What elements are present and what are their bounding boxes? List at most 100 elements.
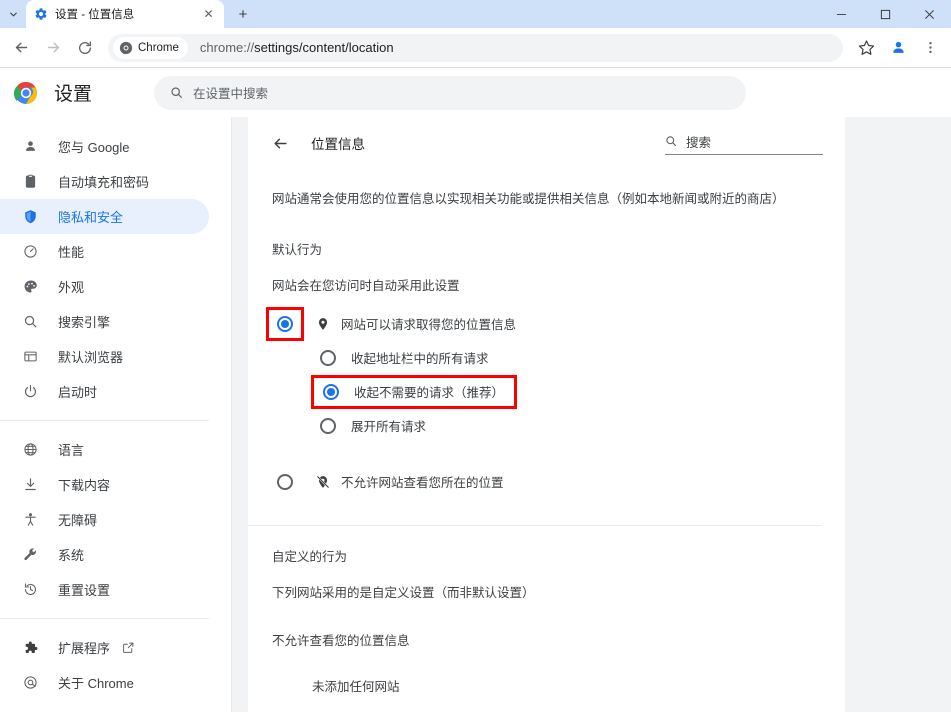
- sidebar-item-label: 外观: [58, 280, 85, 295]
- sidebar-item-on-startup[interactable]: 启动时: [0, 374, 209, 409]
- search-icon: [666, 136, 677, 147]
- accessibility-icon: [20, 512, 40, 527]
- reload-icon[interactable]: [70, 33, 100, 63]
- window-controls: [819, 0, 951, 28]
- palette-icon: [20, 279, 40, 294]
- sidebar-item-label: 您与 Google: [58, 140, 130, 155]
- content-area: 位置信息 搜索 网站通常会使用您的位置信息以实现相关功能或提供相关信息（例如本地…: [232, 117, 951, 712]
- url-scheme: chrome://: [199, 40, 255, 55]
- custom-behavior-sub: 下列网站采用的是自定义设置（而非默认设置）: [272, 585, 535, 600]
- sidebar-item-languages[interactable]: 语言: [0, 432, 209, 467]
- radio-button[interactable]: [323, 383, 339, 400]
- sidebar-item-label: 系统: [58, 548, 85, 563]
- sidebar-item-privacy-security[interactable]: 隐私和安全: [0, 199, 209, 234]
- tab-search-icon[interactable]: [0, 0, 26, 28]
- sidebar-item-label: 语言: [58, 443, 85, 458]
- history-restore-icon: [20, 582, 40, 597]
- sub-radio-hit[interactable]: [311, 349, 345, 366]
- search-icon: [20, 314, 40, 329]
- three-dot-menu-icon[interactable]: [915, 33, 945, 63]
- minimize-button[interactable]: [819, 0, 863, 28]
- maximize-button[interactable]: [863, 0, 907, 28]
- card-header: 位置信息 搜索: [272, 117, 845, 161]
- settings-search-input[interactable]: 在设置中搜索: [154, 75, 747, 110]
- sub-radio-label: 收起地址栏中的所有请求: [351, 352, 489, 367]
- chip-label: Chrome: [138, 41, 179, 54]
- radio-button[interactable]: [320, 417, 336, 434]
- radio-label: 不允许网站查看您所在的位置: [341, 476, 504, 491]
- sidebar-item-appearance[interactable]: 外观: [0, 269, 209, 304]
- sidebar-item-label: 重置设置: [58, 583, 111, 598]
- sub-option-collapse-unwanted[interactable]: 收起不需要的请求（推荐）: [311, 374, 517, 409]
- radio-button[interactable]: [277, 315, 293, 332]
- sub-option-collapse-all-in-omnibox[interactable]: 收起地址栏中的所有请求: [311, 341, 845, 375]
- chrome-logo-icon: [119, 41, 133, 54]
- browser-tab[interactable]: 设置 - 位置信息 ✕: [26, 0, 224, 28]
- settings-header: 设置 在设置中搜索: [0, 68, 951, 117]
- external-link-icon[interactable]: [122, 641, 135, 654]
- page-body: 您与 Google 自动填充和密码 隐私和安全 性能 外观 搜索引擎 默认浏览器…: [0, 117, 951, 712]
- sidebar-item-label: 下载内容: [58, 478, 111, 493]
- sidebar-item-label: 关于 Chrome: [58, 676, 134, 691]
- star-icon[interactable]: [851, 33, 881, 63]
- sub-radio-group: 收起地址栏中的所有请求 收起不需要的请求（推荐） 展开所有请求: [311, 341, 845, 443]
- sidebar-item-search-engine[interactable]: 搜索引擎: [0, 304, 209, 339]
- address-bar[interactable]: Chrome chrome://settings/content/locatio…: [108, 33, 843, 62]
- gear-icon: [34, 7, 48, 21]
- url-path: settings/content/location: [254, 40, 394, 55]
- location-pin-off-icon: [312, 475, 334, 489]
- sidebar-item-you-and-google[interactable]: 您与 Google: [0, 129, 209, 164]
- card-search-input[interactable]: 搜索: [665, 132, 823, 155]
- sidebar-item-label: 搜索引擎: [58, 315, 111, 330]
- sidebar-item-label: 无障碍: [58, 513, 98, 528]
- sidebar-divider: [0, 420, 209, 421]
- chrome-logo-icon: [20, 675, 40, 690]
- close-button[interactable]: [907, 0, 951, 28]
- sub-radio-hit[interactable]: [311, 417, 345, 434]
- new-tab-button[interactable]: +: [230, 1, 256, 27]
- sidebar-item-autofill-passwords[interactable]: 自动填充和密码: [0, 164, 209, 199]
- person-icon: [20, 139, 40, 154]
- sidebar-item-accessibility[interactable]: 无障碍: [0, 502, 209, 537]
- close-icon[interactable]: ✕: [201, 7, 216, 22]
- forward-icon[interactable]: [38, 33, 68, 63]
- default-behavior-label: 默认行为: [272, 242, 323, 257]
- sub-radio-hit[interactable]: [314, 383, 348, 400]
- tab-title: 设置 - 位置信息: [55, 9, 135, 21]
- browser-toolbar: Chrome chrome://settings/content/locatio…: [0, 28, 951, 68]
- sidebar-item-performance[interactable]: 性能: [0, 234, 209, 269]
- page-title: 设置: [54, 84, 93, 105]
- wrench-icon: [20, 547, 40, 562]
- url-text: chrome://settings/content/location: [200, 40, 394, 55]
- custom-behavior-label: 自定义的行为: [272, 549, 348, 564]
- radio-option-allow-location[interactable]: 网站可以请求取得您的位置信息: [266, 306, 845, 341]
- radio-button[interactable]: [277, 473, 293, 490]
- radio-option-block-location[interactable]: 不允许网站查看您所在的位置: [272, 465, 845, 499]
- sidebar-item-label: 启动时: [58, 385, 98, 400]
- avatar-icon[interactable]: [883, 33, 913, 63]
- sidebar-item-label: 隐私和安全: [58, 210, 124, 225]
- back-arrow-icon[interactable]: [272, 135, 294, 152]
- sidebar-item-label: 性能: [58, 245, 85, 260]
- sidebar-item-label: 自动填充和密码: [58, 175, 150, 190]
- sidebar-item-downloads[interactable]: 下载内容: [0, 467, 209, 502]
- sidebar-item-default-browser[interactable]: 默认浏览器: [0, 339, 209, 374]
- radio-button[interactable]: [320, 349, 336, 366]
- download-icon: [20, 477, 40, 492]
- chrome-origin-chip[interactable]: Chrome: [113, 36, 188, 59]
- sidebar-item-about-chrome[interactable]: 关于 Chrome: [0, 665, 209, 700]
- sidebar-item-system[interactable]: 系统: [0, 537, 209, 572]
- search-icon: [171, 87, 182, 98]
- radio-label: 网站可以请求取得您的位置信息: [341, 318, 517, 333]
- highlight-box-primary-radio: [266, 306, 304, 341]
- sidebar-item-label: 扩展程序: [58, 641, 111, 656]
- back-icon[interactable]: [6, 33, 36, 63]
- card-search-label: 搜索: [686, 135, 712, 150]
- clipboard-icon: [20, 174, 40, 189]
- primary-radio-hit[interactable]: [266, 465, 304, 499]
- sidebar-item-extensions[interactable]: 扩展程序: [0, 630, 209, 665]
- settings-search-placeholder: 在设置中搜索: [193, 87, 269, 101]
- default-behavior-sub: 网站会在您访问时自动采用此设置: [272, 278, 460, 293]
- sidebar-item-reset-settings[interactable]: 重置设置: [0, 572, 209, 607]
- sub-option-expand-all[interactable]: 展开所有请求: [311, 409, 845, 443]
